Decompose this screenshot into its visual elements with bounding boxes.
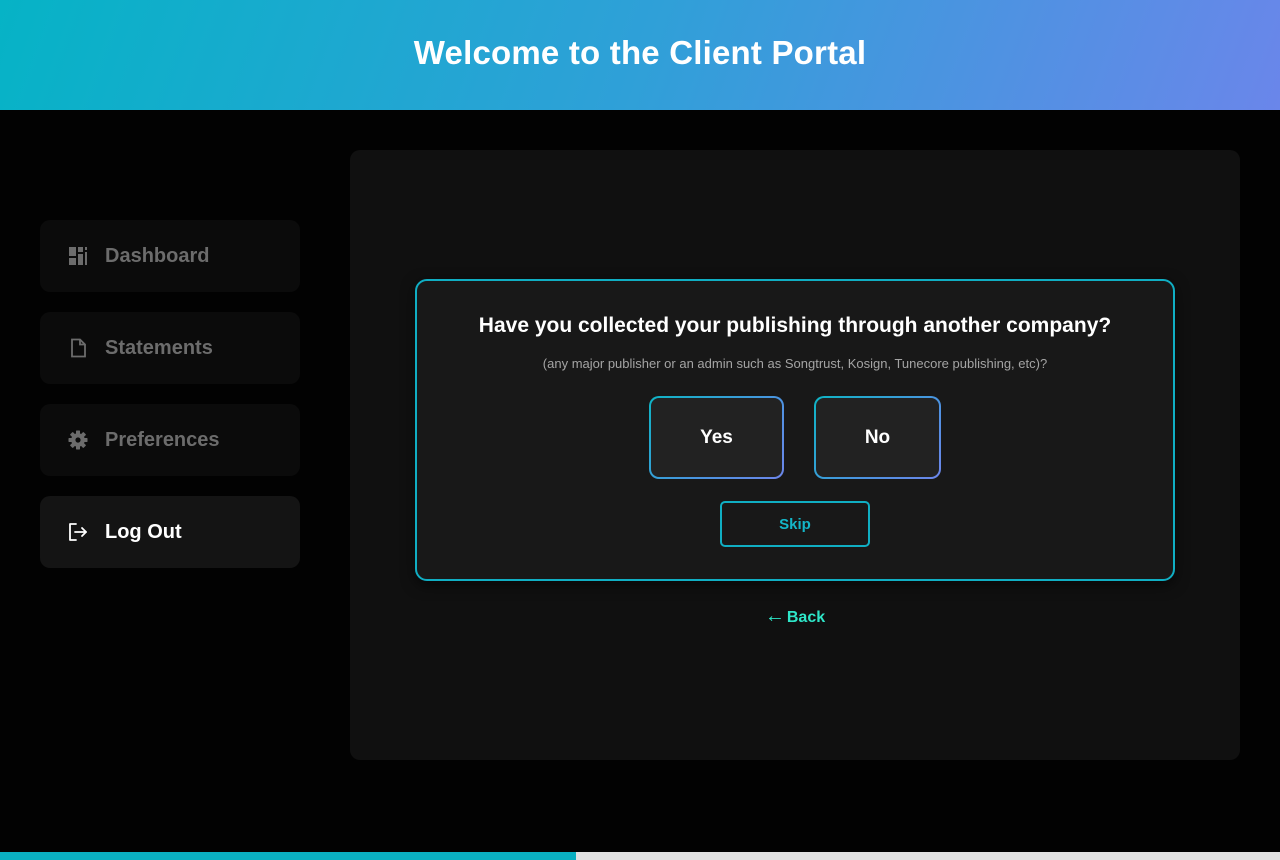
portal-header: Welcome to the Client Portal: [0, 0, 1280, 110]
sidebar-item-label: Log Out: [105, 520, 182, 543]
sidebar-item-statements[interactable]: Statements: [40, 312, 300, 384]
gear-icon: [68, 430, 88, 450]
sidebar-item-label: Dashboard: [105, 244, 210, 267]
document-icon: [68, 338, 88, 358]
page-title: Welcome to the Client Portal: [413, 34, 867, 71]
sidebar-item-label: Statements: [105, 336, 213, 359]
arrow-left-icon: ←: [764, 605, 785, 627]
main-panel: Have you collected your publishing throu…: [350, 150, 1240, 760]
sidebar-item-preferences[interactable]: Preferences: [40, 404, 300, 476]
sidebar-item-label: Preferences: [105, 428, 220, 451]
sidebar-item-dashboard[interactable]: Dashboard: [40, 220, 300, 292]
sidebar-nav: Dashboard Statements Preferences Log Out: [40, 220, 300, 588]
progress-fill: [0, 852, 576, 860]
back-link[interactable]: ← Back: [764, 605, 826, 628]
skip-button[interactable]: Skip: [720, 501, 870, 547]
question-card: Have you collected your publishing throu…: [415, 279, 1175, 581]
no-button-label: No: [816, 398, 939, 477]
logout-icon: [68, 522, 88, 542]
yes-button-label: Yes: [651, 398, 782, 477]
question-hint: (any major publisher or an admin such as…: [542, 356, 1048, 371]
dashboard-icon: [68, 246, 88, 266]
no-button[interactable]: No: [814, 396, 941, 479]
back-link-label: Back: [786, 608, 826, 626]
progress-bar: [0, 852, 1280, 860]
back-row: ← Back: [350, 605, 1240, 628]
yes-button[interactable]: Yes: [649, 396, 784, 479]
sidebar-item-logout[interactable]: Log Out: [40, 496, 300, 568]
question-title: Have you collected your publishing throu…: [478, 314, 1112, 337]
